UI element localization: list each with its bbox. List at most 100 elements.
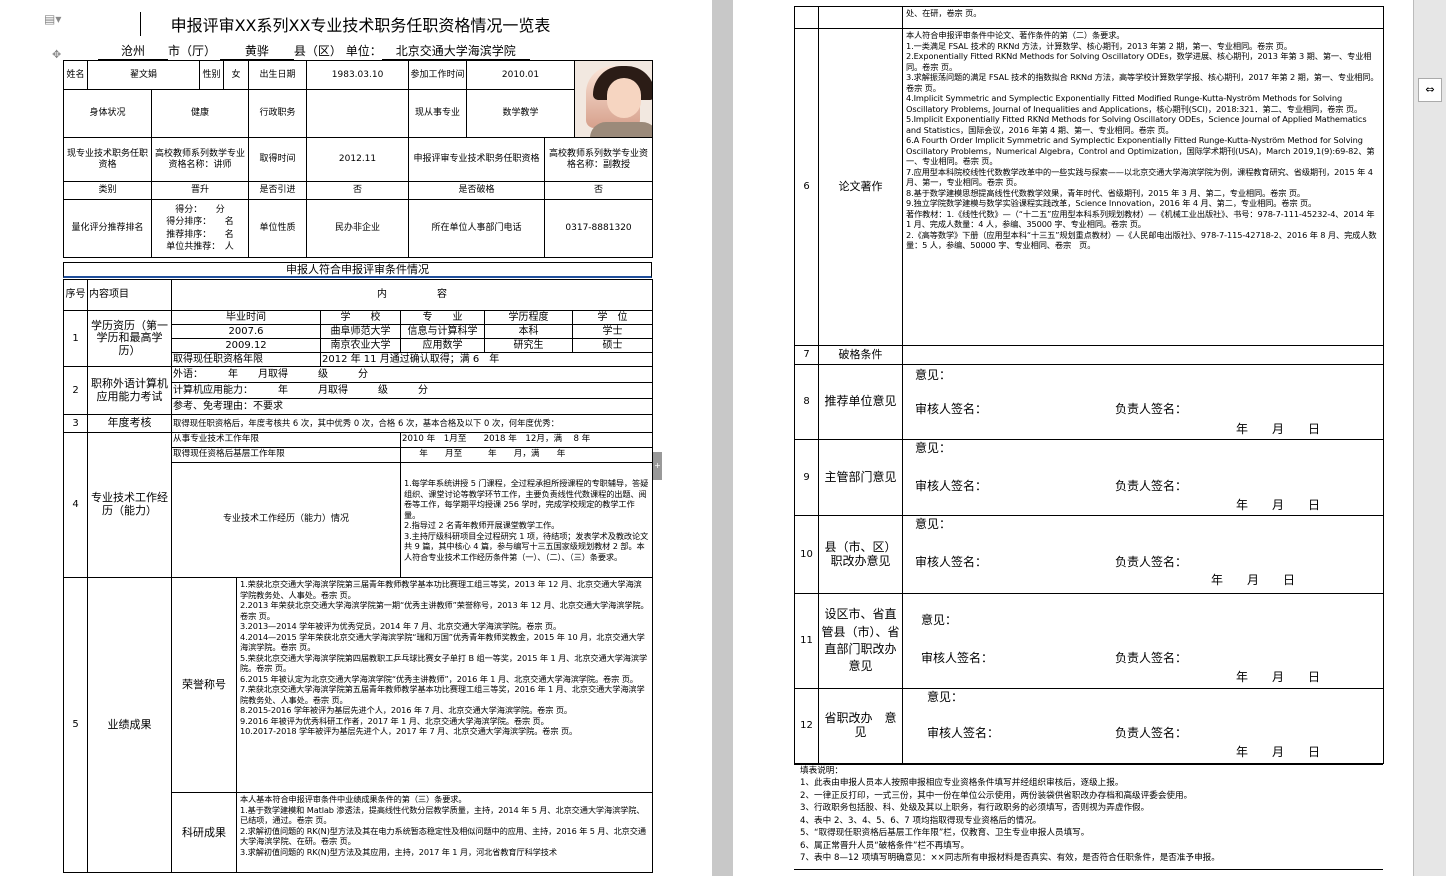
note-item: 7、表中 8—12 项填写明确意见：××同志所有申报材料是否真实、有效，是否符合…	[800, 853, 1220, 864]
op9-no: 9	[794, 439, 819, 516]
note-item: 1、此表由申报人员本人按照申报相应专业资格条件填写并经组织审核后，逐级上报。	[800, 778, 1124, 789]
op9-date: 年 月 日	[1236, 498, 1321, 512]
r4-y1-label: 从事专业技术工作年限	[171, 432, 401, 448]
r1-cell: 南京农业大学	[320, 338, 401, 353]
gender-value: 女	[223, 60, 250, 90]
r3-text: 取得现任职资格后，年度考核共 6 次，其中优秀 0 次，合格 6 次，基本合格及…	[170, 414, 654, 433]
r4-no: 4	[63, 432, 88, 578]
op8-date: 年 月 日	[1236, 422, 1321, 436]
op12-date: 年 月 日	[1236, 745, 1321, 759]
page-1: ▤▾ ✥ 申报评审XX系列XX专业技术职务任职资格情况一览表 沧州 市（厅） 黄骅…	[0, 0, 712, 876]
r1-cell: 本科	[484, 324, 573, 339]
break-value: 否	[544, 181, 654, 200]
note-item: 6、属正常晋升人员“破格条件”栏不再填写。	[800, 840, 970, 851]
avatar	[586, 66, 652, 137]
admin-value	[306, 89, 410, 138]
r5-no: 5	[63, 577, 88, 873]
r1-col-time: 毕业时间	[171, 310, 321, 325]
r2-line: 参考、免考理由：不要求	[170, 398, 654, 415]
r1-cell: 硕士	[571, 338, 654, 353]
op11-resp: 负责人签名：	[1115, 651, 1188, 665]
health-label: 身体状况	[63, 89, 152, 138]
get-time-value: 2012.11	[306, 137, 410, 182]
r1-col-major: 专 业	[400, 310, 485, 325]
r3-label: 年度考核	[87, 414, 172, 433]
name-label: 姓名	[63, 60, 88, 90]
r2-no: 2	[63, 366, 88, 415]
op8-yj: 意见：	[915, 368, 952, 382]
health-value: 健康	[150, 89, 250, 138]
r1-qual-value: 2012 年 11 月通过确认取得；满 6 年	[319, 352, 654, 367]
expand-handle-icon[interactable]: +	[653, 452, 662, 480]
r1-cell: 曲阜师范大学	[320, 324, 401, 339]
gender-label: 性别	[199, 60, 225, 90]
op9-yj: 意见：	[915, 441, 952, 455]
right-panel: ⇔	[1413, 0, 1446, 876]
major-value: 数学教学	[466, 89, 576, 138]
op11-no: 11	[794, 593, 819, 689]
note-item: 2、一律正反打印，一式三份，其中一份在单位公示使用，两份装袋供省职改办存档和高级…	[800, 790, 1193, 801]
op10-date: 年 月 日	[1211, 573, 1296, 587]
op9-box: 意见： 审核人签名： 负责人签名： 年 月 日	[902, 439, 1384, 516]
work-label: 参加工作时间	[408, 60, 468, 90]
r1-col-level: 学历程度	[484, 310, 573, 325]
unit-name: 北京交通大学海滨学院	[381, 42, 530, 60]
r1-cell: 信息与计算科学	[400, 324, 485, 339]
r4-label: 专业技术工作经历（能力）	[87, 432, 172, 578]
r2-label: 职称外语计算机应用能力考试	[87, 366, 172, 415]
r1-cell: 应用数学	[400, 338, 485, 353]
op12-resp: 负责人签名：	[1115, 726, 1188, 740]
r7-no: 7	[794, 345, 819, 365]
rank-values: 得分： 分得分排序： 名推荐排序： 名单位共推荐： 人	[150, 199, 250, 258]
r6-no: 6	[794, 28, 819, 346]
page-2: 处、在研，卷宗 页。 6 论文著作 本人符合申报评审条件中论文、著作条件的第（二…	[733, 0, 1413, 876]
r2-line: 计算机应用能力： 年 月取得 级 分	[170, 382, 654, 399]
major-label: 现从事专业	[408, 89, 468, 138]
op8-resp: 负责人签名：	[1115, 402, 1188, 416]
op9-resp: 负责人签名：	[1115, 479, 1188, 493]
admin-label: 行政职务	[248, 89, 308, 138]
birth-label: 出生日期	[248, 60, 308, 90]
op11-rev: 审核人签名：	[921, 651, 994, 665]
basic-info-table: 姓名 翟文娟 性别 女 出生日期 1983.03.10 参加工作时间 2010.…	[63, 60, 654, 258]
type-label: 类别	[63, 181, 152, 200]
r4-y2-label: 取得现任资格后基层工作年限	[171, 447, 401, 463]
op10-resp: 负责人签名：	[1115, 555, 1188, 569]
r6-text: 本人符合申报评审条件中论文、著作条件的第（二）条要求。 1.一类满足 FSAL …	[901, 28, 1385, 346]
break-label: 是否破格	[408, 181, 546, 200]
op11-yj: 意见：	[921, 613, 958, 627]
note-item: 4、表中 2、3、4、5、6、7 项均指取得现专业资格后的情况。	[800, 815, 1042, 826]
op10-box: 意见： 审核人签名： 负责人签名： 年 月 日	[902, 515, 1384, 594]
op12-rev: 审核人签名：	[927, 726, 1000, 740]
note-item: 5、“取得现任职资格后基层工作年限”栏，仅教育、卫生专业申报人员填写。	[800, 828, 1090, 839]
r4-sub-label: 专业技术工作经历（能力）情况	[171, 462, 401, 578]
document-icon[interactable]: ▤▾	[44, 12, 61, 26]
unit-label: 单位：	[345, 44, 382, 58]
location-line: 沧州 市（厅） 黄骅 县（区） 单位： 北京交通大学海滨学院	[98, 42, 618, 60]
op12-box: 意见： 审核人签名： 负责人签名： 年 月 日	[902, 688, 1384, 764]
r5-label: 业绩成果	[87, 577, 172, 873]
table-move-handle-icon[interactable]: ✥	[52, 48, 61, 61]
collapse-icon[interactable]: ⇔	[1418, 78, 1442, 102]
op12-yj: 意见：	[927, 690, 964, 704]
op8-rev: 审核人签名：	[915, 402, 988, 416]
r7-text	[901, 345, 1385, 365]
op8-no: 8	[794, 364, 819, 440]
apply-qual-label: 申报评审专业技术职务任职资格	[408, 137, 546, 182]
r4-y1-value: 2010 年 1月至 2018 年 12月，满 8 年	[399, 432, 654, 448]
page-gap	[712, 0, 733, 876]
r1-cell: 研究生	[484, 338, 573, 353]
op12-no: 12	[794, 688, 819, 764]
op9-rev: 审核人签名：	[915, 479, 988, 493]
intro-value: 否	[306, 181, 410, 200]
r5-honor-text: 1.荣获北京交通大学海滨学院第三届青年教师教学基本功比赛理工组三等奖，2013 …	[235, 577, 654, 793]
name-value: 翟文娟	[86, 60, 201, 90]
op8-label: 推荐单位意见	[818, 364, 903, 440]
phone-label: 所在单位人事部门电话	[408, 199, 546, 258]
r5-honor-label: 荣誉称号	[171, 577, 237, 793]
opinions-table: 8 推荐单位意见 意见： 审核人签名： 负责人签名： 年 月 日 9 主管部门意…	[794, 364, 1384, 764]
work-value: 2010.01	[466, 60, 576, 90]
r4-text: 1.每学年系统讲授 5 门课程，全过程承担所授课程的专职辅导，答疑组织、课堂讨论…	[399, 462, 654, 578]
r7-label: 破格条件	[818, 345, 903, 365]
hdr-no: 序号	[63, 279, 88, 311]
